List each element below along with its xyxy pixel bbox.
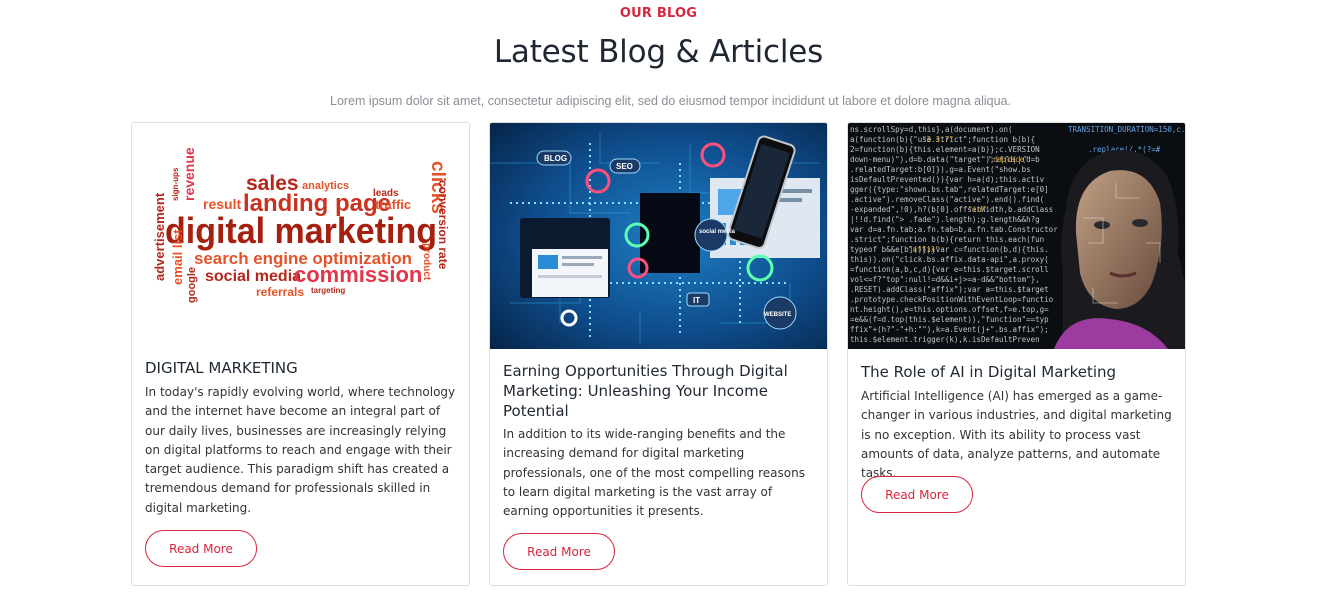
svg-text:.RESET).addClass("affix");var: .RESET).addClass("affix");var a=this.$ta…: [850, 285, 1049, 294]
svg-text:ffix"+(h?"-"+h:""),k=a.Event(j: ffix"+(h?"-"+h:""),k=a.Event(j+".bs.affi…: [850, 325, 1049, 334]
word-conversion-rate: conversion rate: [436, 180, 450, 270]
svg-text:var d=a.fn.tab;a.fn.tab=b,a.fn: var d=a.fn.tab;a.fn.tab=b,a.fn.tab.Const…: [850, 225, 1058, 234]
svg-text:.relatedTarget:b[0]}),g=a.Even: .relatedTarget:b[0]}),g=a.Event("show.bs: [850, 165, 1031, 174]
tech-network-image: BLOG SEO social media IT WEBSITE: [490, 123, 827, 349]
svg-text:"replace": "replace": [988, 155, 1029, 164]
svg-text:.active").removeClass("active": .active").removeClass("active").end().fi…: [850, 195, 1044, 204]
svg-text:gger({type:"shown.bs.tab",rela: gger({type:"shown.bs.tab",relatedTarget:…: [850, 185, 1049, 194]
svg-text:nt.height(),e=this.options.off: nt.height(),e=this.options.offset,f=e.to…: [850, 305, 1049, 314]
post-title[interactable]: DIGITAL MARKETING: [145, 358, 457, 378]
word-sign-ups: sign-ups: [171, 167, 180, 201]
read-more-button[interactable]: Read More: [861, 476, 973, 513]
word-digital-marketing: digital marketing: [165, 210, 437, 251]
word-targeting: targeting: [311, 286, 345, 295]
section-title: Latest Blog & Articles: [493, 34, 824, 70]
svg-text:isDefaultPrevented()){var h=a(: isDefaultPrevented()){var h=a(d);this.ac…: [850, 175, 1045, 184]
svg-text:=e&&(f=d.top(this.$element)),": =e&&(f=d.top(this.$element)),"function"=…: [850, 315, 1049, 324]
label-website: WEBSITE: [764, 312, 791, 318]
word-revenue: revenue: [181, 147, 197, 201]
blog-card: sales analytics landing page result lead…: [131, 122, 470, 586]
post-title[interactable]: The Role of AI in Digital Marketing: [861, 362, 1173, 382]
post-image-tech-network[interactable]: BLOG SEO social media IT WEBSITE: [490, 123, 827, 349]
section-subtitle: Lorem ipsum dolor sit amet, consectetur …: [330, 94, 1011, 108]
read-more-button[interactable]: Read More: [503, 533, 615, 570]
word-advertisement: advertisement: [152, 192, 167, 281]
svg-text:"3.3.7": "3.3.7": [922, 135, 954, 144]
svg-text:-expanded",!0),h?(b[0].offsetW: -expanded",!0),h?(b[0].offsetWidth,b.add…: [850, 205, 1053, 214]
word-commission: commission: [294, 262, 422, 287]
svg-text:|!!d.find("> .fade").length);g: |!!d.find("> .fade").length);g.length&&h…: [850, 215, 1040, 224]
word-referrals: referrals: [256, 285, 304, 299]
word-product: product: [421, 243, 432, 281]
svg-text:2=function(b){this.element=a(b: 2=function(b){this.element=a(b)};c.VERSI…: [850, 145, 1040, 154]
svg-text:vol<=f?"top":null!=d&&i+j>=a-d: vol<=f?"top":null!=d&&i+j>=a-d&&"bottom"…: [850, 275, 1040, 284]
svg-text:"in": "in": [968, 205, 986, 214]
word-cloud-image: sales analytics landing page result lead…: [132, 123, 469, 349]
post-image-word-cloud[interactable]: sales analytics landing page result lead…: [132, 123, 469, 349]
svg-text:.strict";function b(b){return: .strict";function b(b){return this.each(…: [850, 235, 1044, 244]
read-more-button[interactable]: Read More: [145, 530, 257, 567]
post-excerpt: In addition to its wide-ranging benefits…: [503, 427, 805, 519]
svg-text:"affix": "affix": [908, 245, 940, 254]
svg-text:=function(a,b,c,d){var e=this.: =function(a,b,c,d){var e=this.$target.sc…: [850, 265, 1049, 274]
label-seo: SEO: [616, 162, 633, 171]
word-google: google: [186, 267, 198, 303]
post-image-ai-code-face[interactable]: ns.scrollSpy=d,this},a(document).on( a(f…: [848, 123, 1185, 349]
post-excerpt: Artificial Intelligence (AI) has emerged…: [861, 389, 1172, 481]
label-social-media: social media: [699, 229, 736, 235]
svg-text:typeof b&&e[b]()})}var c=funct: typeof b&&e[b]()})}var c=function(b,d){t…: [850, 245, 1049, 254]
svg-text:.prototype.checkPositionWithEv: .prototype.checkPositionWithEventLoop=fu…: [850, 295, 1054, 304]
svg-text:this)).on("click.bs.affix.data: this)).on("click.bs.affix.data-api",a.pr…: [850, 255, 1049, 264]
word-social-media: social media: [205, 268, 301, 285]
post-title[interactable]: Earning Opportunities Through Digital Ma…: [503, 361, 815, 421]
section-eyebrow: OUR BLOG: [619, 6, 698, 21]
ai-code-face-image: ns.scrollSpy=d,this},a(document).on( a(f…: [848, 123, 1185, 349]
svg-text:TRANSITION_DURATION=150,c.pro: TRANSITION_DURATION=150,c.pro: [1068, 125, 1185, 134]
post-excerpt: In today's rapidly evolving world, where…: [145, 385, 456, 515]
word-email-list: email list: [170, 229, 185, 285]
label-blog: BLOG: [544, 154, 567, 163]
svg-text:this.$element.trigger(k),k.isD: this.$element.trigger(k),k.isDefaultPrev…: [850, 335, 1040, 344]
label-it: IT: [693, 296, 700, 305]
blog-card: BLOG SEO social media IT WEBSITE Earning…: [489, 122, 828, 586]
blog-card: ns.scrollSpy=d,this},a(document).on( a(f…: [847, 122, 1186, 586]
svg-text:ns.scrollSpy=d,this},a(documen: ns.scrollSpy=d,this},a(document).on(: [850, 125, 1013, 134]
